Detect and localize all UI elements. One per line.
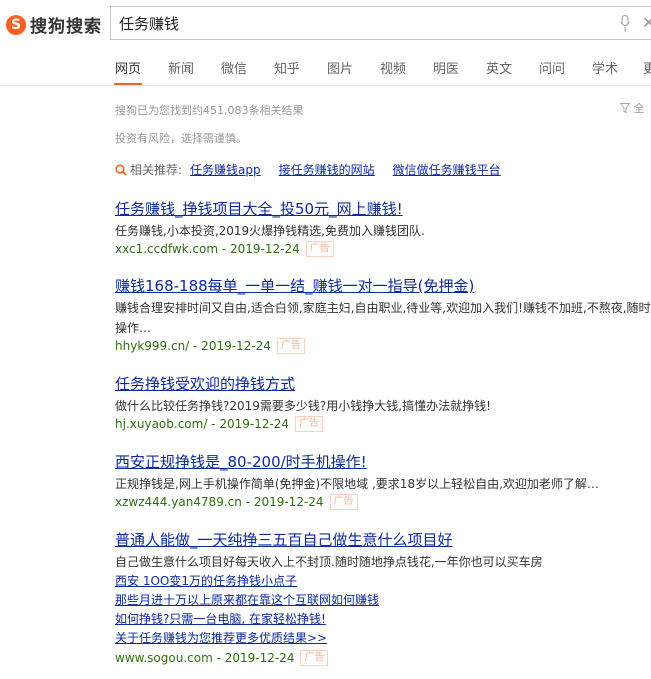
result-url-row: xxc1.ccdfwk.com - 2019-12-24 广告	[115, 241, 651, 257]
search-result: 任务挣钱受欢迎的挣钱方式 做什么比较任务挣钱?2019需要多少钱?用小钱挣大钱,…	[115, 373, 651, 432]
result-url: hj.xuyaob.com/ - 2019-12-24	[115, 417, 290, 431]
search-box: ✕	[110, 6, 651, 40]
clear-search-icon[interactable]: ✕	[642, 13, 651, 32]
ad-badge: 广告	[305, 241, 334, 257]
active-tab-indicator	[114, 83, 142, 85]
result-title[interactable]: 任务赚钱_挣钱项目大全_投50元_网上赚钱!	[115, 198, 651, 219]
related-label: 相关推荐:	[130, 163, 183, 177]
tab-video[interactable]: 视频	[380, 58, 406, 77]
tab-english[interactable]: 英文	[486, 58, 512, 77]
related-link[interactable]: 微信做任务赚钱平台	[393, 161, 501, 178]
search-icon	[115, 163, 127, 176]
ad-badge: 广告	[276, 338, 305, 354]
related-recommendations: 相关推荐: 任务赚钱app 接任务赚钱的网站 微信做任务赚钱平台	[115, 161, 501, 178]
ad-badge: 广告	[329, 494, 358, 510]
vertical-tabs: 网页 新闻 微信 知乎 图片 视频 明医 英文 问问 学术 更	[0, 52, 651, 86]
result-description: 赚钱合理安排时间又自由,适合白领,家庭主妇,自由职业,待业等,欢迎加入我们!赚钱…	[115, 301, 651, 335]
tab-more[interactable]: 更	[643, 58, 651, 77]
related-link[interactable]: 接任务赚钱的网站	[279, 161, 375, 178]
filter-icon	[619, 103, 631, 114]
tab-zhihu[interactable]: 知乎	[274, 58, 300, 77]
search-result: 赚钱168-188每单_一单一结_赚钱一对一指导(免押金) 赚钱合理安排时间又自…	[115, 275, 651, 354]
tab-images[interactable]: 图片	[327, 58, 353, 77]
result-url: xxc1.ccdfwk.com - 2019-12-24	[115, 242, 300, 256]
result-title[interactable]: 任务挣钱受欢迎的挣钱方式	[115, 373, 651, 394]
search-result: 普通人能做_一天纯挣三五百自己做生意什么项目好 自己做生意什么项目好每天收入上不…	[115, 529, 651, 666]
tab-wechat[interactable]: 微信	[221, 58, 247, 77]
related-link[interactable]: 任务赚钱app	[190, 161, 261, 178]
result-sub-link[interactable]: 关于任务赚钱为您推荐更多优质结果>>	[115, 629, 651, 648]
tab-medical[interactable]: 明医	[433, 58, 459, 77]
result-sub-link[interactable]: 如何挣钱?只需一台电脑, 在家轻松挣钱!	[115, 610, 651, 629]
result-count: 搜狗已为您找到约451,083条相关结果	[115, 104, 304, 117]
result-url-row: hj.xuyaob.com/ - 2019-12-24 广告	[115, 416, 651, 432]
risk-notice: 投资有风险，选择需谨慎。	[115, 132, 247, 145]
tab-web[interactable]: 网页	[115, 58, 141, 77]
result-description: 自己做生意什么项目好每天收入上不封顶.随时随地挣点钱花,一年你也可以买车房	[115, 555, 543, 569]
result-url-row: www.sogou.com - 2019-12-24 广告	[115, 650, 651, 666]
sogou-logo-icon: S	[6, 14, 26, 35]
result-description: 做什么比较任务挣钱?2019需要多少钱?用小钱挣大钱,搞懂办法就挣钱!	[115, 399, 491, 413]
result-title[interactable]: 西安正规挣钱是_80-200/时手机操作!	[115, 451, 651, 472]
result-description: 任务赚钱,小本投资,2019火爆挣钱精选,免费加入赚钱团队.	[115, 224, 425, 238]
filter-toggle[interactable]: 全	[619, 100, 645, 116]
logo-text: 搜狗搜索	[30, 17, 102, 37]
filter-label: 全	[633, 102, 645, 115]
result-url-row: xzwz444.yan4789.cn - 2019-12-24 广告	[115, 494, 651, 510]
search-input[interactable]	[119, 14, 599, 32]
result-description: 正规挣钱是,网上手机操作简单(免押金)不限地域 ,要求18岁以上轻松自由,欢迎加…	[115, 477, 599, 491]
search-result: 任务赚钱_挣钱项目大全_投50元_网上赚钱! 任务赚钱,小本投资,2019火爆挣…	[115, 198, 651, 257]
result-title[interactable]: 普通人能做_一天纯挣三五百自己做生意什么项目好	[115, 529, 651, 550]
result-url: xzwz444.yan4789.cn - 2019-12-24	[115, 495, 324, 509]
result-sub-link[interactable]: 西安 1OO变1万的任务挣钱小点子	[115, 572, 651, 591]
sogou-logo[interactable]: S 搜狗搜索	[6, 12, 102, 37]
result-url: hhyk999.cn/ - 2019-12-24	[115, 339, 271, 353]
microphone-icon[interactable]	[620, 15, 630, 32]
result-url: www.sogou.com - 2019-12-24	[115, 651, 295, 665]
tab-news[interactable]: 新闻	[168, 58, 194, 77]
result-sub-link[interactable]: 那些月进十万以上原来都在靠这个互联网如何赚钱	[115, 591, 651, 610]
tab-scholar[interactable]: 学术	[592, 58, 618, 77]
result-title[interactable]: 赚钱168-188每单_一单一结_赚钱一对一指导(免押金)	[115, 275, 651, 296]
ad-badge: 广告	[295, 416, 324, 432]
tab-wenwen[interactable]: 问问	[539, 58, 565, 77]
search-result: 西安正规挣钱是_80-200/时手机操作! 正规挣钱是,网上手机操作简单(免押金…	[115, 451, 651, 510]
ad-badge: 广告	[300, 650, 329, 666]
header: S 搜狗搜索 ✕	[0, 0, 651, 50]
result-url-row: hhyk999.cn/ - 2019-12-24 广告	[115, 338, 651, 354]
